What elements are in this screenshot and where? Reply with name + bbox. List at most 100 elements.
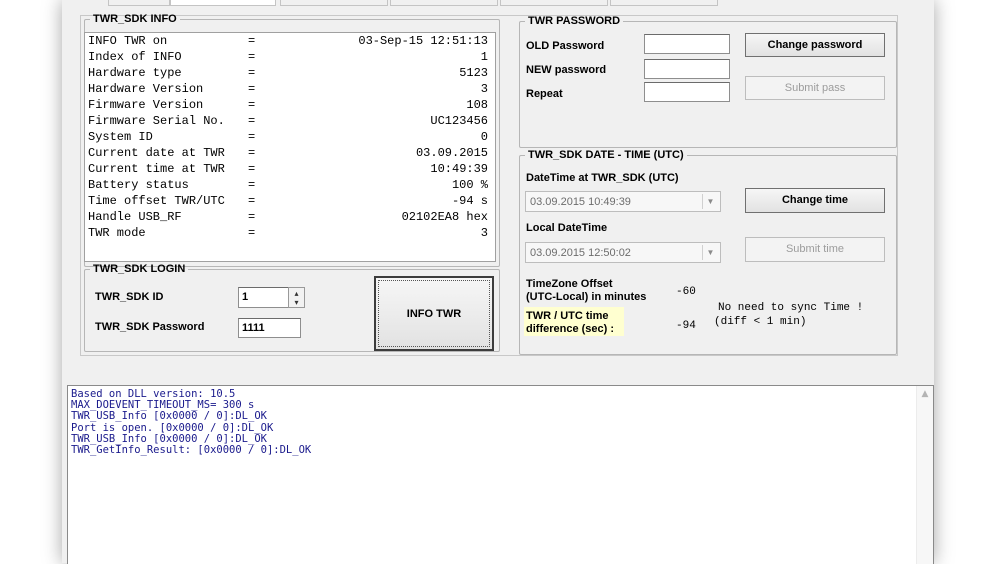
info-row-label: Firmware Serial No.	[88, 114, 225, 128]
info-row-label: Time offset TWR/UTC	[88, 194, 225, 208]
timezone-offset-value: -60	[676, 286, 696, 298]
info-row-value: 3	[480, 82, 488, 96]
submit-time-button[interactable]: Submit time	[745, 237, 885, 262]
info-row-value: 10:49:39	[430, 162, 488, 176]
info-row-value: -94 s	[451, 194, 488, 208]
info-row-label: Handle USB_RF	[88, 210, 182, 224]
local-datetime-value: 03.09.2015 12:50:02	[530, 247, 631, 259]
info-row: System ID = 0	[88, 130, 488, 146]
info-row-label: System ID	[88, 130, 153, 144]
info-row-separator: =	[248, 226, 256, 240]
twr-password-value: 1111	[242, 322, 265, 334]
info-row-label: INFO TWR on	[88, 34, 168, 48]
info-row-value: 02102EA8 hex	[401, 210, 488, 224]
info-row: Battery status = 100 %	[88, 178, 488, 194]
timezone-offset-label-1: TimeZone Offset	[526, 278, 613, 290]
info-row-value: 03-Sep-15 12:51:13	[358, 34, 488, 48]
twr-password-field[interactable]: 1111	[238, 318, 301, 338]
tab-1[interactable]	[108, 0, 170, 6]
login-group-title: TWR_SDK LOGIN	[93, 263, 186, 275]
info-row-separator: =	[248, 66, 256, 80]
info-row-separator: =	[248, 210, 256, 224]
time-difference-value: -94	[676, 320, 696, 332]
datetime-group-title: TWR_SDK DATE - TIME (UTC)	[528, 149, 684, 161]
twr-id-label: TWR_SDK ID	[95, 291, 164, 303]
info-row-value: 03.09.2015	[415, 146, 488, 160]
info-row: Handle USB_RF = 02102EA8 hex	[88, 210, 488, 226]
time-difference-label-2: difference (sec) :	[526, 323, 615, 335]
info-row: Time offset TWR/UTC = -94 s	[88, 194, 488, 210]
info-row-value: 108	[466, 98, 488, 112]
twr-id-spinner[interactable]: ▴ ▾	[288, 287, 305, 308]
info-row: TWR mode = 3	[88, 226, 488, 242]
local-datetime-label: Local DateTime	[526, 222, 608, 234]
twr-datetime-value: 03.09.2015 10:49:39	[530, 196, 631, 208]
info-row-value: 5123	[459, 66, 488, 80]
spin-down-icon[interactable]: ▾	[289, 299, 304, 307]
change-time-button[interactable]: Change time	[745, 188, 885, 213]
info-row-separator: =	[248, 98, 256, 112]
info-row-label: Hardware Version	[88, 82, 204, 96]
info-row-separator: =	[248, 178, 256, 192]
info-row-label: TWR mode	[88, 226, 146, 240]
spin-up-icon[interactable]: ▴	[289, 290, 304, 298]
log-line: Port is open. [0x0000 / 0]:DL_OK	[71, 421, 274, 434]
timezone-offset-label-2: (UTC-Local) in minutes	[526, 291, 647, 303]
submit-pass-button[interactable]: Submit pass	[745, 76, 885, 100]
info-row-separator: =	[248, 82, 256, 96]
twr-password-label: TWR_SDK Password	[95, 321, 205, 333]
info-row-separator: =	[248, 194, 256, 208]
info-row-separator: =	[248, 130, 256, 144]
twr-id-value: 1	[242, 291, 249, 303]
new-password-field[interactable]	[644, 59, 730, 79]
twr-datetime-label: DateTime at TWR_SDK (UTC)	[526, 172, 679, 184]
local-datetime-combo[interactable]: 03.09.2015 12:50:02 ▼	[525, 242, 721, 263]
log-output[interactable]: ▲ Based on DLL version: 10.5 MAX_DOEVENT_…	[67, 385, 934, 564]
repeat-password-field[interactable]	[644, 82, 730, 102]
info-row: Firmware Serial No. = UC123456	[88, 114, 488, 130]
info-row-label: Hardware type	[88, 66, 182, 80]
info-row-label: Firmware Version	[88, 98, 204, 112]
info-row-separator: =	[248, 162, 256, 176]
twr-datetime-combo[interactable]: 03.09.2015 10:49:39 ▼	[525, 191, 721, 212]
sync-message-1: No need to sync Time !	[718, 302, 864, 314]
info-row: Hardware Version = 3	[88, 82, 488, 98]
info-row-separator: =	[248, 50, 256, 64]
old-password-label: OLD Password	[526, 40, 605, 52]
log-line: TWR_USB_Info [0x0000 / 0]:DL_OK	[71, 432, 267, 445]
info-row-label: Battery status	[88, 178, 189, 192]
info-row-value: 100 %	[451, 178, 488, 192]
chevron-down-icon[interactable]: ▼	[702, 245, 718, 260]
info-row-label: Index of INFO	[88, 50, 182, 64]
old-password-field[interactable]	[644, 34, 730, 54]
tab-6[interactable]	[610, 0, 718, 6]
info-row: INFO TWR on = 03-Sep-15 12:51:13	[88, 34, 488, 50]
tab-strip	[108, 0, 720, 6]
time-difference-label-1: TWR / UTC time	[526, 310, 609, 322]
tab-2[interactable]	[170, 0, 276, 6]
twr-id-field[interactable]: 1	[238, 287, 289, 308]
log-line: Based on DLL version: 10.5	[71, 388, 236, 400]
change-password-button[interactable]: Change password	[745, 33, 885, 57]
log-line: TWR_USB_Info [0x0000 / 0]:DL_OK	[71, 410, 267, 423]
info-listbox[interactable]: INFO TWR on = 03-Sep-15 12:51:13 Index of I…	[84, 32, 496, 262]
chevron-up-icon[interactable]: ▲	[917, 389, 933, 399]
tab-4[interactable]	[390, 0, 498, 6]
repeat-password-label: Repeat	[526, 88, 563, 100]
info-row: Hardware type = 5123	[88, 66, 488, 82]
chevron-down-icon[interactable]: ▼	[702, 194, 718, 209]
tab-3[interactable]	[280, 0, 388, 6]
log-scrollbar[interactable]: ▲	[916, 386, 933, 564]
info-row-separator: =	[248, 34, 256, 48]
info-group-title: TWR_SDK INFO	[93, 13, 177, 25]
tab-5[interactable]	[500, 0, 608, 6]
info-row-value: UC123456	[430, 114, 488, 128]
info-row-value: 3	[480, 226, 488, 240]
info-row-label: Current date at TWR	[88, 146, 225, 160]
info-row: Current time at TWR = 10:49:39	[88, 162, 488, 178]
log-line: MAX_DOEVENT_TIMEOUT_MS= 300 s	[71, 399, 255, 412]
info-row: Index of INFO = 1	[88, 50, 488, 66]
info-twr-button[interactable]: INFO TWR	[374, 276, 494, 351]
sync-message-2: (diff < 1 min)	[714, 316, 807, 328]
info-row-value: 0	[480, 130, 488, 144]
